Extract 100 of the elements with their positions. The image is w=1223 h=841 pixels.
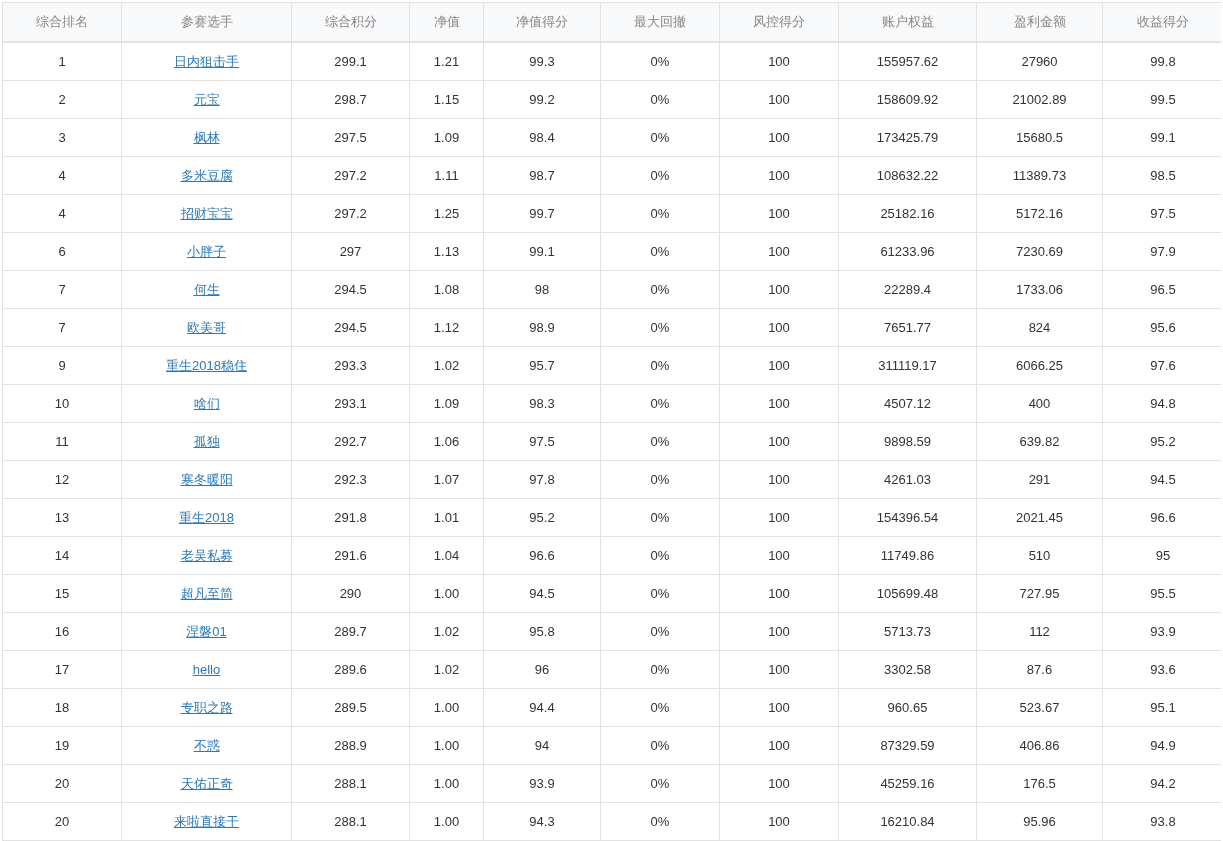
table-cell: 1.13: [409, 232, 484, 271]
table-cell: 1.00: [409, 688, 484, 727]
table-cell: 98.9: [483, 308, 601, 347]
table-cell: 0%: [600, 232, 720, 271]
table-cell: 95.96: [976, 802, 1103, 841]
table-cell: 0%: [600, 384, 720, 423]
player-link[interactable]: hello: [192, 662, 221, 677]
table-cell: 299.1: [291, 42, 410, 81]
table-cell: 1.00: [409, 764, 484, 803]
table-cell: 9898.59: [838, 422, 977, 461]
column-header: 最大回撤: [600, 2, 720, 42]
table-cell: 112: [976, 612, 1103, 651]
table-cell: 100: [719, 498, 839, 537]
table-cell: 97.8: [483, 460, 601, 499]
player-link[interactable]: 不惑: [193, 737, 220, 753]
player-link[interactable]: 老吴私募: [180, 547, 233, 563]
table-cell: 100: [719, 194, 839, 233]
table-cell: 20: [2, 802, 122, 841]
table-cell: 293.3: [291, 346, 410, 385]
player-link[interactable]: 重生2018稳住: [166, 357, 247, 373]
table-cell: 94: [483, 726, 601, 765]
table-cell: 523.67: [976, 688, 1103, 727]
table-cell: 99.3: [483, 42, 601, 81]
player-link[interactable]: 天佑正奇: [180, 775, 233, 791]
table-cell: 6066.25: [976, 346, 1103, 385]
table-cell: 0%: [600, 118, 720, 157]
player-link[interactable]: 孤独: [193, 433, 220, 449]
player-link[interactable]: 超凡至简: [180, 585, 233, 601]
table-cell: 100: [719, 688, 839, 727]
table-cell: 95.2: [483, 498, 601, 537]
player-link[interactable]: 枫林: [193, 129, 220, 145]
table-cell: 15: [2, 574, 122, 613]
player-link[interactable]: 元宝: [193, 91, 220, 107]
table-cell: 100: [719, 118, 839, 157]
table-cell: 0%: [600, 156, 720, 195]
table-cell: 297: [291, 232, 410, 271]
table-cell: 97.5: [483, 422, 601, 461]
player-link[interactable]: 小胖子: [187, 243, 226, 259]
table-cell: 21002.89: [976, 80, 1103, 119]
column-header: 风控得分: [719, 2, 839, 42]
table-cell: 639.82: [976, 422, 1103, 461]
table-cell: 100: [719, 308, 839, 347]
table-cell: 400: [976, 384, 1103, 423]
table-cell: 2: [2, 80, 122, 119]
table-cell: 289.6: [291, 650, 410, 689]
table-cell: 100: [719, 384, 839, 423]
table-cell: 1.21: [409, 42, 484, 81]
table-cell: 4: [2, 156, 122, 195]
table-cell: 6: [2, 232, 122, 271]
table-cell: 13: [2, 498, 122, 537]
table-cell: 294.5: [291, 308, 410, 347]
table-cell: 0%: [600, 346, 720, 385]
table-cell: 1.02: [409, 612, 484, 651]
table-cell: 99.2: [483, 80, 601, 119]
player-link[interactable]: 多米豆腐: [180, 167, 233, 183]
player-link[interactable]: 何生: [193, 281, 220, 297]
table-cell: 100: [719, 460, 839, 499]
table-cell: 12: [2, 460, 122, 499]
table-cell: 7651.77: [838, 308, 977, 347]
table-cell: 1733.06: [976, 270, 1103, 309]
table-cell: 0%: [600, 802, 720, 841]
table-cell: 25182.16: [838, 194, 977, 233]
table-cell: 0%: [600, 270, 720, 309]
table-cell: 0%: [600, 612, 720, 651]
table-cell: 20: [2, 764, 122, 803]
table-cell: 93.9: [483, 764, 601, 803]
table-cell: 0%: [600, 650, 720, 689]
table-cell: 105699.48: [838, 574, 977, 613]
player-link[interactable]: 欧美哥: [187, 319, 226, 335]
table-cell: 100: [719, 726, 839, 765]
table-cell: 2021.45: [976, 498, 1103, 537]
table-cell: 1.02: [409, 650, 484, 689]
table-cell: 18: [2, 688, 122, 727]
table-cell: 100: [719, 612, 839, 651]
player-link[interactable]: 专职之路: [180, 699, 233, 715]
player-link[interactable]: 招财宝宝: [180, 205, 233, 221]
table-cell: 297.2: [291, 194, 410, 233]
player-link[interactable]: 涅磐01: [186, 623, 227, 639]
table-cell: 98.3: [483, 384, 601, 423]
player-link[interactable]: 啥们: [193, 395, 220, 411]
table-cell: 0%: [600, 460, 720, 499]
column-header: 盈利金额: [976, 2, 1103, 42]
player-link[interactable]: 日内狙击手: [174, 53, 239, 69]
table-cell: 1.09: [409, 384, 484, 423]
table-cell: 154396.54: [838, 498, 977, 537]
table-cell: 1.12: [409, 308, 484, 347]
table-cell: 0%: [600, 42, 720, 81]
table-cell: 100: [719, 156, 839, 195]
table-cell: 99.7: [483, 194, 601, 233]
table-cell: 96.6: [483, 536, 601, 575]
table-cell: 290: [291, 574, 410, 613]
table-cell: 1.06: [409, 422, 484, 461]
table-cell: 0%: [600, 80, 720, 119]
player-link[interactable]: 来啦直接干: [174, 813, 239, 829]
table-cell: 176.5: [976, 764, 1103, 803]
player-link[interactable]: 寒冬暖阳: [180, 471, 233, 487]
column-header: 账户权益: [838, 2, 977, 42]
table-cell: 1.00: [409, 726, 484, 765]
player-link[interactable]: 重生2018: [179, 509, 234, 525]
table-cell: 98.7: [483, 156, 601, 195]
